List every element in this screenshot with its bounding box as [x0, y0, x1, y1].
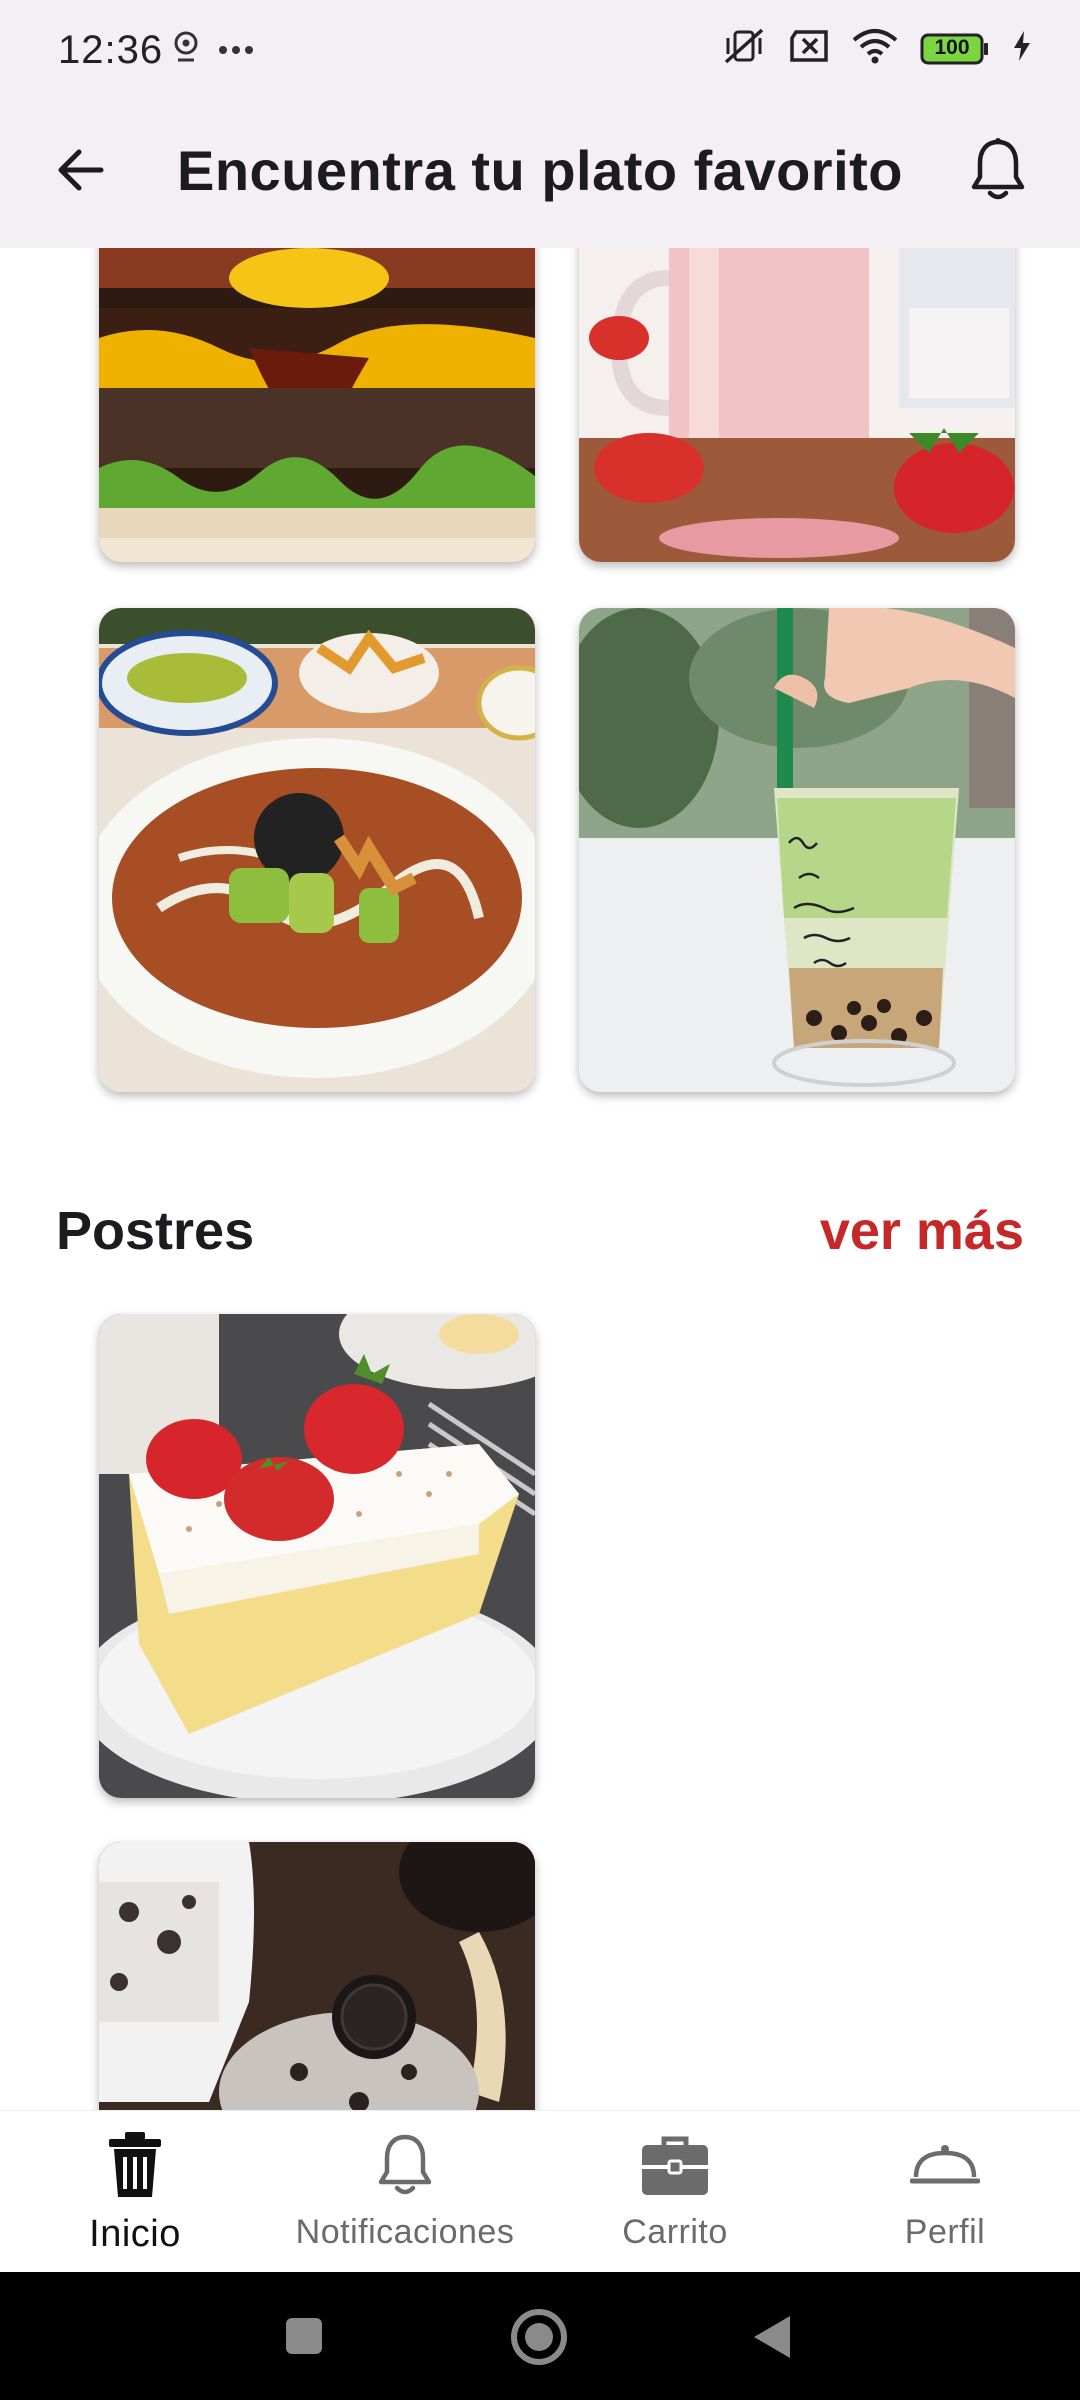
sim-x-icon: [788, 29, 830, 68]
content-scroll[interactable]: Postres ver más: [0, 248, 1080, 2110]
food-card-bubble-tea[interactable]: [579, 608, 1015, 1092]
status-bar: 12:36 100: [0, 0, 1080, 100]
dessert-card-ice-cream[interactable]: [99, 1842, 535, 2110]
nav-item-carrito[interactable]: Carrito: [540, 2111, 810, 2273]
page-title: Encuentra tu plato favorito: [177, 139, 903, 202]
food-card-milkshake[interactable]: [579, 248, 1015, 562]
nav-label-inicio: Inicio: [89, 2213, 181, 2255]
nav-label-carrito: Carrito: [622, 2213, 728, 2251]
home-circle-icon[interactable]: [510, 2308, 568, 2371]
nav-item-notificaciones[interactable]: Notificaciones: [270, 2111, 540, 2273]
more-dots-icon: [218, 42, 254, 60]
bell-icon: [375, 2132, 435, 2203]
charging-icon: [1012, 30, 1032, 67]
strawberry-milkshake-photo: [579, 248, 1015, 562]
wifi-icon: [852, 28, 898, 69]
battery-icon: 100: [920, 33, 990, 65]
bell-icon: [968, 137, 1028, 208]
back-triangle-icon[interactable]: [752, 2314, 792, 2365]
briefcase-icon: [640, 2133, 710, 2202]
burger-photo: [99, 248, 535, 562]
matcha-bubble-tea-photo: [579, 608, 1015, 1092]
bottom-nav: Inicio Notificaciones Carrito Perfil: [0, 2110, 1080, 2272]
recents-square-icon[interactable]: [284, 2316, 324, 2361]
notifications-button[interactable]: [956, 130, 1040, 214]
battery-level: 100: [934, 35, 970, 59]
system-navigation-bar: [0, 2272, 1080, 2400]
dessert-card-tres-leches[interactable]: [99, 1314, 535, 1798]
nav-label-notificaciones: Notificaciones: [295, 2213, 515, 2251]
cookies-and-cream-ice-cream-photo: [99, 1842, 535, 2110]
vibrate-off-icon: [722, 26, 766, 71]
cloche-icon: [909, 2143, 981, 2192]
nav-label-perfil: Perfil: [904, 2213, 986, 2251]
food-card-burger[interactable]: [99, 248, 535, 562]
see-more-link[interactable]: ver más: [820, 1200, 1024, 1262]
status-time: 12:36: [58, 28, 164, 72]
tres-leches-cake-photo: [99, 1314, 535, 1798]
trash-can-icon: [107, 2131, 163, 2204]
location-icon: [172, 30, 200, 71]
food-card-tortilla-soup[interactable]: [99, 608, 535, 1092]
nav-item-perfil[interactable]: Perfil: [810, 2111, 1080, 2273]
section-title-postres: Postres: [56, 1201, 255, 1261]
nav-item-inicio[interactable]: Inicio: [0, 2111, 270, 2273]
tortilla-soup-photo: [99, 608, 535, 1092]
app-bar: Encuentra tu plato favorito: [0, 100, 1080, 248]
